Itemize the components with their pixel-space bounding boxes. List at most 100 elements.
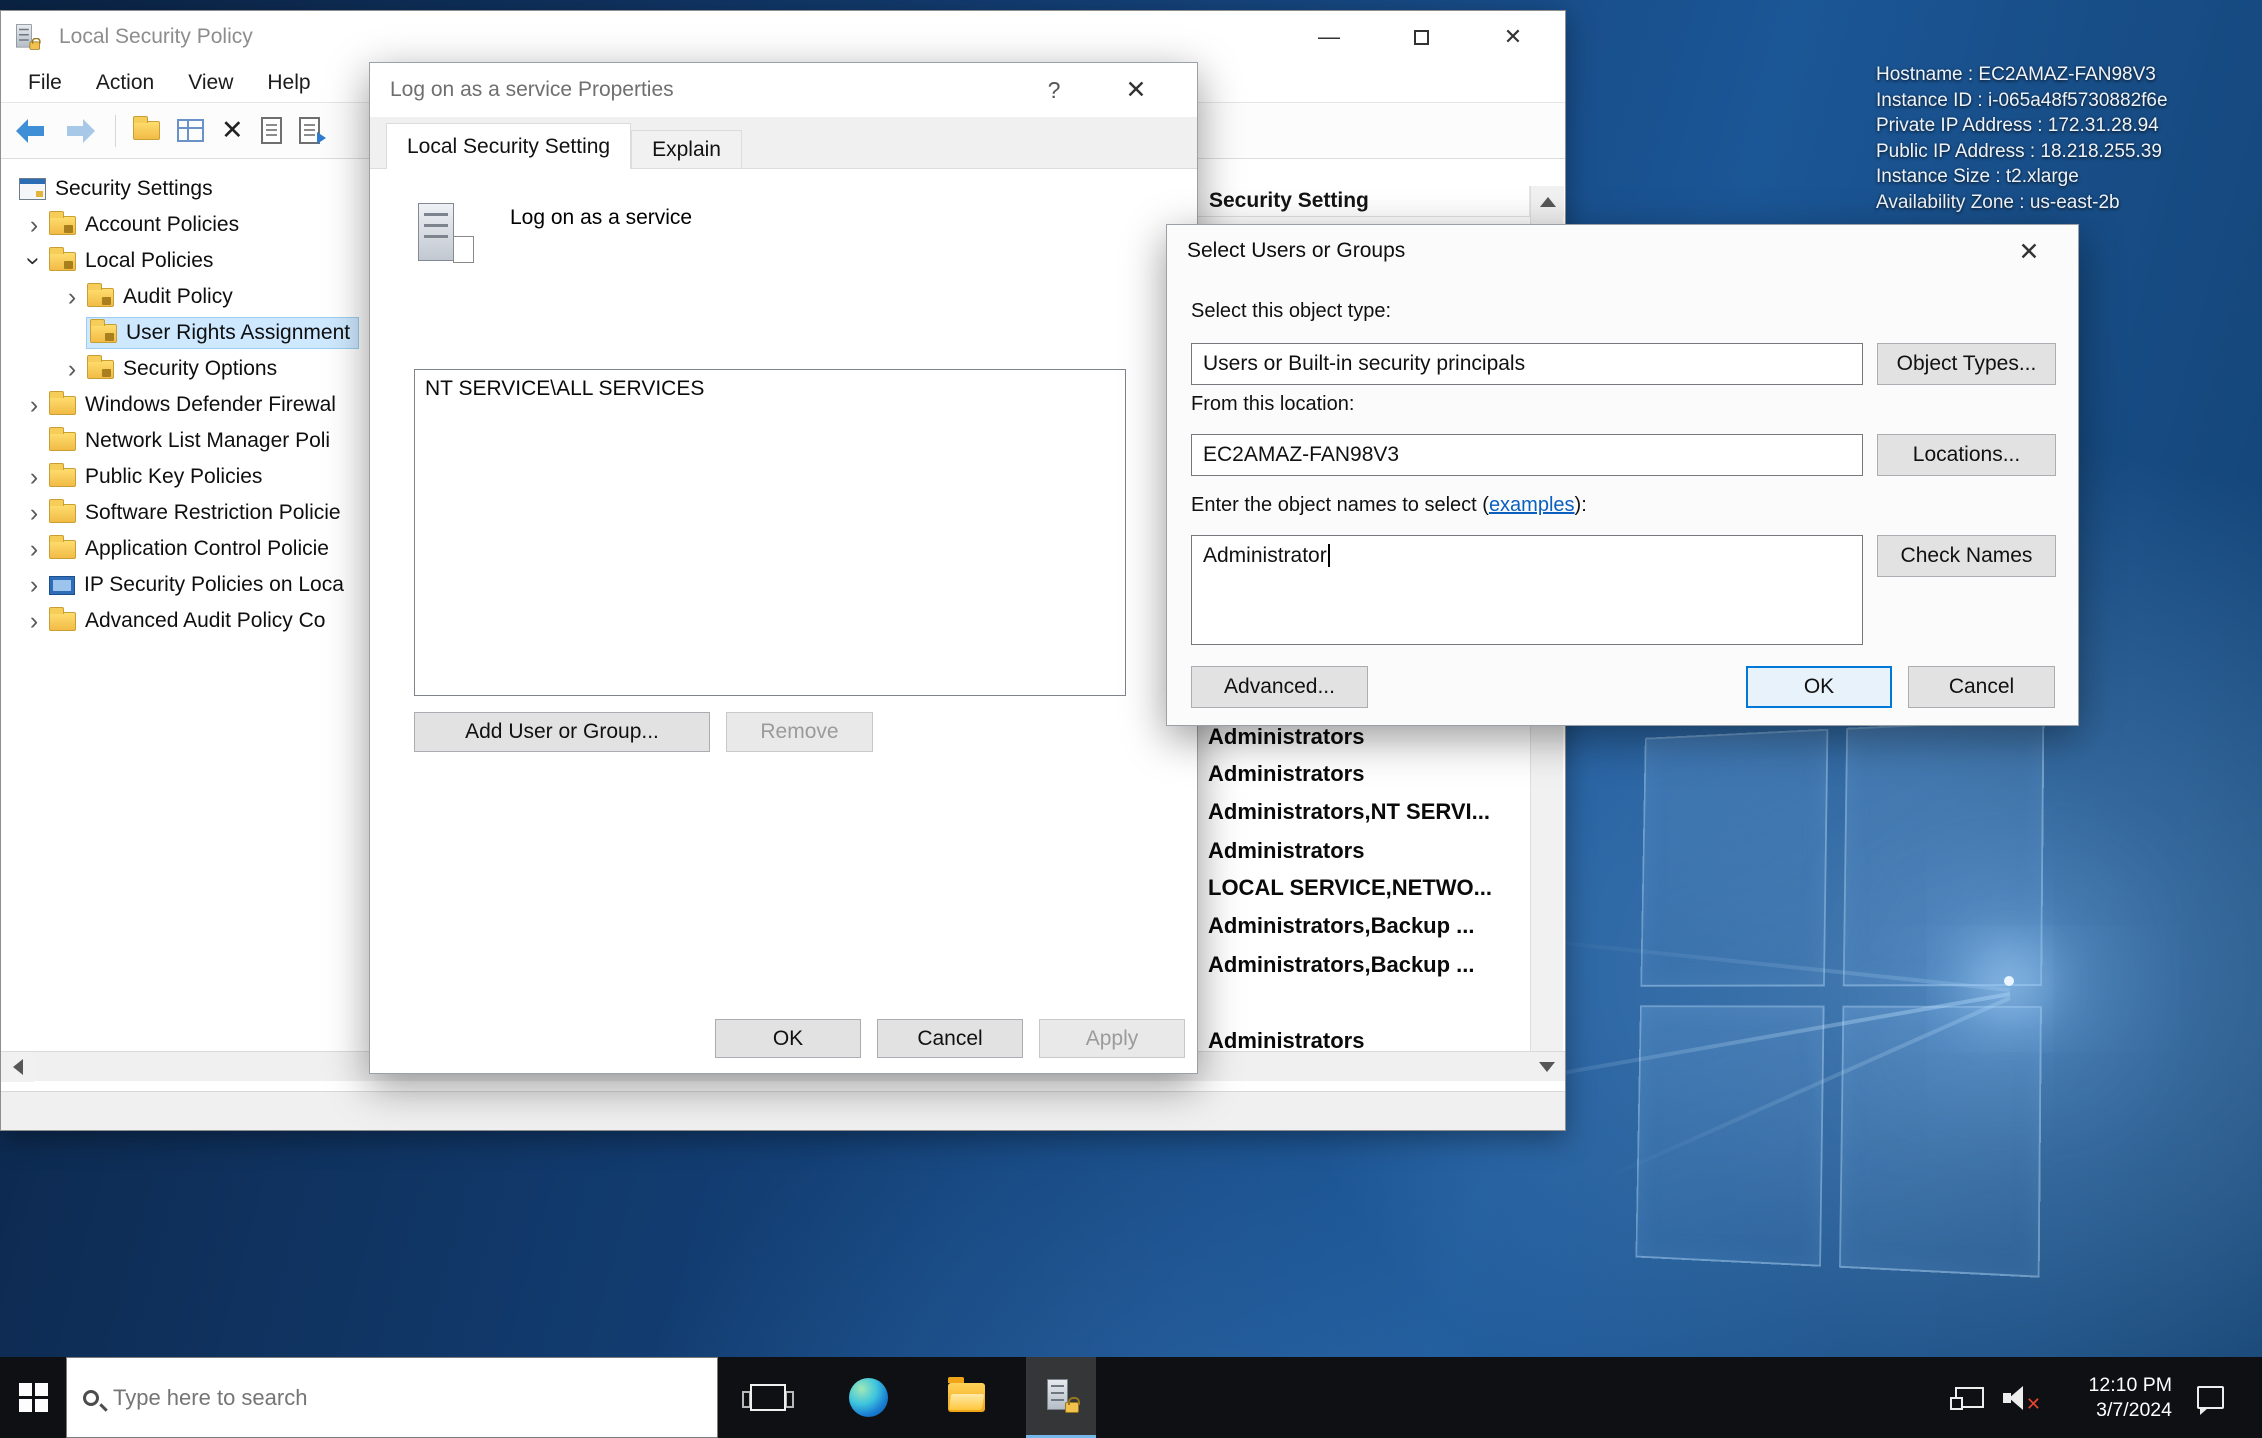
minimize-button[interactable]: — — [1283, 11, 1375, 63]
list-item[interactable]: LOCAL SERVICE,NETWO... — [1208, 874, 1492, 902]
light-flare — [2004, 976, 2014, 986]
close-button[interactable]: ✕ — [1467, 11, 1559, 63]
menu-action[interactable]: Action — [79, 71, 171, 95]
column-header-label: Security Setting — [1209, 189, 1369, 213]
list-item[interactable]: Administrators,Backup ... — [1208, 951, 1475, 979]
locations-button[interactable]: Locations... — [1877, 434, 2056, 476]
export-list-icon[interactable] — [299, 117, 320, 144]
close-icon[interactable]: ✕ — [1103, 63, 1169, 117]
scroll-up-button[interactable] — [1531, 186, 1564, 217]
chevron-right-icon[interactable]: › — [19, 462, 49, 492]
scroll-down-button[interactable] — [1530, 1052, 1563, 1082]
console-tree-icon[interactable] — [177, 119, 204, 142]
task-view-icon — [750, 1384, 786, 1411]
menu-file[interactable]: File — [11, 71, 79, 95]
selected-tree-item: User Rights Assignment — [87, 318, 358, 348]
file-explorer-button[interactable] — [938, 1357, 994, 1438]
tree-item-label: Account Policies — [85, 213, 239, 237]
scroll-left-button[interactable] — [1, 1052, 34, 1082]
remove-button: Remove — [726, 712, 873, 752]
clock-date: 3/7/2024 — [2040, 1398, 2172, 1423]
console-root-icon — [19, 178, 46, 200]
folder-icon — [90, 324, 117, 343]
add-user-or-group-button[interactable]: Add User or Group... — [414, 712, 710, 752]
volume-muted-icon: ✕ — [2003, 1385, 2037, 1411]
chevron-right-icon[interactable]: › — [57, 354, 87, 384]
list-item[interactable]: Administrators — [1208, 760, 1364, 788]
volume-tray-button[interactable]: ✕ — [1996, 1357, 2044, 1438]
chevron-down-icon[interactable]: › — [19, 246, 49, 276]
list-item[interactable]: Administrators,NT SERVI... — [1208, 798, 1490, 826]
start-button[interactable] — [0, 1357, 66, 1438]
log-on-as-a-service-properties-dialog: Log on as a service Properties ? ✕ Local… — [369, 62, 1198, 1074]
policy-name: Log on as a service — [510, 206, 692, 230]
info-line: Instance ID : i-065a48f5730882f6e — [1876, 88, 2168, 114]
column-header-security-setting[interactable]: Security Setting — [1191, 186, 1530, 217]
chevron-right-icon[interactable]: › — [19, 570, 49, 600]
chevron-right-icon[interactable]: › — [19, 210, 49, 240]
location-field[interactable]: EC2AMAZ-FAN98V3 — [1191, 434, 1863, 476]
object-names-label: Enter the object names to select (exampl… — [1191, 494, 1587, 517]
object-names-input[interactable]: Administrator — [1191, 535, 1863, 645]
chevron-right-icon[interactable]: › — [19, 534, 49, 564]
tree-item-label: Advanced Audit Policy Co — [85, 609, 325, 633]
search-icon — [83, 1390, 99, 1406]
export-folder-icon[interactable] — [133, 121, 160, 140]
window-title: Local Security Policy — [59, 25, 253, 49]
examples-link[interactable]: examples — [1489, 494, 1575, 516]
search-input[interactable] — [113, 1385, 673, 1411]
close-icon[interactable]: ✕ — [1996, 225, 2062, 279]
object-names-value: Administrator — [1203, 544, 1327, 568]
forward-icon[interactable] — [64, 118, 98, 144]
network-tray-button[interactable] — [1946, 1357, 1992, 1438]
hero-pane — [1839, 1006, 2042, 1278]
menu-view[interactable]: View — [171, 71, 250, 95]
edge-button[interactable] — [840, 1357, 896, 1438]
folder-icon — [87, 360, 114, 379]
scroll-left-icon — [13, 1059, 23, 1075]
advanced-button[interactable]: Advanced... — [1191, 666, 1368, 708]
chevron-right-icon[interactable]: › — [57, 282, 87, 312]
chevron-right-icon[interactable]: › — [19, 498, 49, 528]
cancel-button[interactable]: Cancel — [877, 1019, 1023, 1058]
object-type-field[interactable]: Users or Built-in security principals — [1191, 343, 1863, 385]
help-button[interactable]: ? — [1029, 63, 1079, 117]
properties-doc-icon[interactable] — [261, 117, 282, 144]
delete-icon[interactable]: ✕ — [221, 115, 244, 146]
apply-button: Apply — [1039, 1019, 1185, 1058]
maximize-button[interactable] — [1375, 11, 1467, 63]
local-security-policy-taskbar-button[interactable] — [1026, 1357, 1096, 1438]
list-item[interactable]: Administrators — [1208, 723, 1364, 751]
scroll-up-icon — [1540, 197, 1556, 207]
dialog-title-bar[interactable]: Select Users or Groups — [1167, 225, 2078, 277]
info-line: Availability Zone : us-east-2b — [1876, 190, 2168, 216]
member-item[interactable]: NT SERVICE\ALL SERVICES — [425, 377, 1115, 401]
tab-explain[interactable]: Explain — [631, 130, 742, 168]
list-item[interactable]: Administrators — [1208, 837, 1364, 865]
cancel-button[interactable]: Cancel — [1908, 666, 2055, 708]
location-value: EC2AMAZ-FAN98V3 — [1203, 443, 1399, 467]
tree-item-label: Local Policies — [85, 249, 213, 273]
action-center-button[interactable] — [2182, 1357, 2238, 1438]
check-names-button[interactable]: Check Names — [1877, 535, 2056, 577]
clock-time: 12:10 PM — [2040, 1373, 2172, 1398]
tab-local-security-setting[interactable]: Local Security Setting — [386, 123, 631, 169]
list-item[interactable]: Administrators,Backup ... — [1208, 912, 1475, 940]
taskbar-search[interactable] — [66, 1357, 718, 1438]
ok-button[interactable]: OK — [1746, 666, 1892, 708]
task-view-button[interactable] — [740, 1357, 796, 1438]
members-listbox[interactable]: NT SERVICE\ALL SERVICES — [414, 369, 1126, 696]
title-bar[interactable]: Local Security Policy — ✕ — [1, 11, 1565, 63]
windows-logo-icon — [19, 1383, 48, 1412]
edge-icon — [849, 1378, 888, 1417]
chevron-right-icon[interactable]: › — [19, 606, 49, 636]
taskbar-clock[interactable]: 12:10 PM 3/7/2024 — [2040, 1357, 2172, 1438]
back-icon[interactable] — [13, 118, 47, 144]
folder-icon — [49, 612, 76, 631]
object-types-button[interactable]: Object Types... — [1877, 343, 2056, 385]
chevron-right-icon[interactable]: › — [19, 390, 49, 420]
ok-button[interactable]: OK — [715, 1019, 861, 1058]
info-line: Private IP Address : 172.31.28.94 — [1876, 113, 2168, 139]
text-caret — [1328, 544, 1330, 567]
menu-help[interactable]: Help — [250, 71, 327, 95]
